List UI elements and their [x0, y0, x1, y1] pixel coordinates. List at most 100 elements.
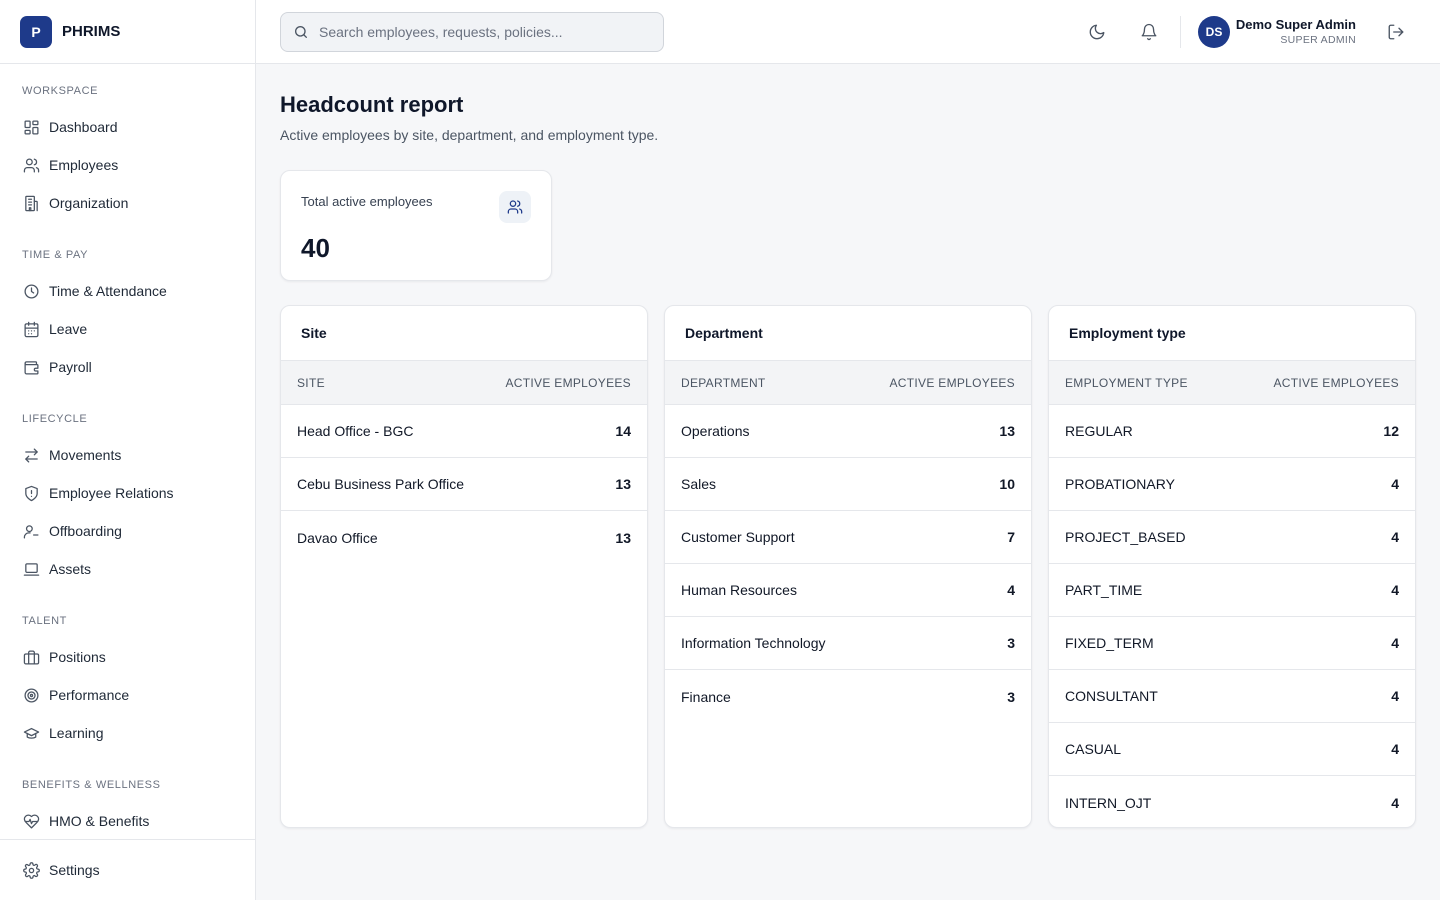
table-row: PROJECT_BASED 4	[1049, 511, 1415, 564]
nav-section-title: TIME & PAY	[22, 249, 89, 261]
column-header-active-employees[interactable]: ACTIVE EMPLOYEES	[505, 376, 631, 390]
table-row: Head Office - BGC 14	[281, 405, 647, 458]
sidebar-item-payroll[interactable]: Payroll	[0, 348, 255, 386]
nav-gap	[0, 752, 255, 776]
table-row: PROBATIONARY 4	[1049, 458, 1415, 511]
moon-icon[interactable]	[1085, 20, 1109, 44]
user-minus-icon	[22, 522, 40, 540]
sidebar-item-hmo-benefits[interactable]: HMO & Benefits	[0, 802, 255, 839]
logout-icon[interactable]	[1384, 20, 1408, 44]
sidebar-item-label: Time & Attendance	[49, 283, 167, 299]
avatar[interactable]: DS	[1198, 16, 1230, 48]
nav-gap	[0, 588, 255, 612]
brand[interactable]: P PHRIMS	[0, 0, 255, 64]
sidebar-item-performance[interactable]: Performance	[0, 676, 255, 714]
row-label: Customer Support	[681, 529, 795, 545]
page-subtitle: Active employees by site, department, an…	[280, 127, 659, 143]
table-body: Head Office - BGC 14 Cebu Business Park Of…	[281, 405, 647, 564]
sidebar-item-time-attendance[interactable]: Time & Attendance	[0, 272, 255, 310]
laptop-icon	[22, 560, 40, 578]
building-icon	[22, 194, 40, 212]
column-header-site[interactable]: SITE	[297, 376, 325, 390]
sidebar-item-learning[interactable]: Learning	[0, 714, 255, 752]
row-label: PART_TIME	[1065, 582, 1143, 598]
clock-icon	[22, 282, 40, 300]
wallet-icon	[22, 358, 40, 376]
sidebar-item-positions[interactable]: Positions	[0, 638, 255, 676]
table-row: REGULAR 12	[1049, 405, 1415, 458]
row-label: INTERN_OJT	[1065, 794, 1152, 811]
column-header-active-employees[interactable]: ACTIVE EMPLOYEES	[889, 376, 1015, 390]
sidebar-item-employees[interactable]: Employees	[0, 146, 255, 184]
sidebar-item-label: Employee Relations	[49, 485, 174, 501]
sidebar-item-label: Offboarding	[49, 523, 122, 539]
brand-logo: P	[20, 15, 52, 48]
stat-card-total-active: Total active employees 40	[280, 170, 552, 281]
row-label: Head Office - BGC	[297, 423, 414, 439]
nav-gap	[0, 222, 255, 246]
table-row: Finance 3	[665, 670, 1031, 723]
row-count: 13	[999, 423, 1015, 439]
search-input[interactable]	[319, 24, 639, 40]
sidebar-nav: WORKSPACE Dashboard Employees Organization T…	[0, 64, 255, 839]
column-header-employment-type[interactable]: EMPLOYMENT TYPE	[1065, 376, 1188, 390]
table-header: DEPARTMENT ACTIVE EMPLOYEES	[665, 361, 1031, 405]
sidebar: P PHRIMS WORKSPACE Dashboard Employees Orga…	[0, 0, 256, 900]
row-count: 12	[1383, 423, 1399, 439]
column-header-active-employees[interactable]: ACTIVE EMPLOYEES	[1273, 376, 1399, 390]
search-box[interactable]	[280, 12, 664, 52]
sidebar-item-label: Performance	[49, 687, 130, 703]
row-label: CASUAL	[1065, 741, 1122, 757]
sidebar-item-assets[interactable]: Assets	[0, 550, 255, 588]
table-row: CONSULTANT 4	[1049, 670, 1415, 723]
row-count: 7	[1007, 529, 1015, 545]
sidebar-item-leave[interactable]: Leave	[0, 310, 255, 348]
sidebar-item-label: Employees	[49, 157, 119, 173]
sidebar-item-offboarding[interactable]: Offboarding	[0, 512, 255, 550]
sidebar-item-label: Payroll	[49, 359, 92, 375]
row-count: 4	[1391, 794, 1399, 811]
sidebar-item-label: Dashboard	[49, 119, 118, 135]
bell-icon[interactable]	[1137, 20, 1161, 44]
table-row: Cebu Business Park Office 13	[281, 458, 647, 511]
briefcase-icon	[22, 648, 40, 666]
table-row: FIXED_TERM 4	[1049, 617, 1415, 670]
sidebar-item-label: Organization	[49, 195, 129, 211]
row-count: 14	[615, 423, 631, 439]
sidebar-item-label: Positions	[49, 649, 106, 665]
row-label: Sales	[681, 476, 717, 492]
table-row: Information Technology 3	[665, 617, 1031, 670]
row-label: Finance	[681, 688, 731, 705]
table-row: Human Resources 4	[665, 564, 1031, 617]
table-header: SITE ACTIVE EMPLOYEES	[281, 361, 647, 405]
sidebar-item-label: Leave	[49, 321, 88, 337]
sidebar-item-settings[interactable]: Settings	[0, 839, 255, 900]
card-title: Site	[281, 306, 647, 361]
sidebar-item-label: Settings	[49, 862, 100, 878]
sidebar-item-dashboard[interactable]: Dashboard	[0, 108, 255, 146]
row-label: Cebu Business Park Office	[297, 476, 465, 492]
row-count: 13	[615, 476, 631, 492]
sidebar-item-label: HMO & Benefits	[49, 813, 150, 829]
table-row: PART_TIME 4	[1049, 564, 1415, 617]
row-label: CONSULTANT	[1065, 688, 1158, 704]
sidebar-item-organization[interactable]: Organization	[0, 184, 255, 222]
topbar-divider	[1180, 16, 1181, 48]
topbar: DS Demo Super Admin SUPER ADMIN	[256, 0, 1440, 64]
table-header: EMPLOYMENT TYPE ACTIVE EMPLOYEES	[1049, 361, 1415, 405]
arrows-icon	[22, 446, 40, 464]
users-icon	[22, 156, 40, 174]
user-role: SUPER ADMIN	[1280, 34, 1356, 46]
row-count: 4	[1391, 582, 1399, 598]
row-count: 13	[615, 529, 631, 546]
gear-icon	[22, 861, 40, 879]
sidebar-item-employee-relations[interactable]: Employee Relations	[0, 474, 255, 512]
row-label: Human Resources	[681, 582, 797, 598]
sidebar-item-label: Movements	[49, 447, 122, 463]
column-header-department[interactable]: DEPARTMENT	[681, 376, 766, 390]
row-label: Information Technology	[681, 635, 826, 651]
user-info[interactable]: Demo Super Admin SUPER ADMIN	[1236, 17, 1356, 47]
sidebar-item-movements[interactable]: Movements	[0, 436, 255, 474]
page-title: Headcount report	[280, 92, 464, 117]
row-count: 3	[1007, 635, 1015, 651]
